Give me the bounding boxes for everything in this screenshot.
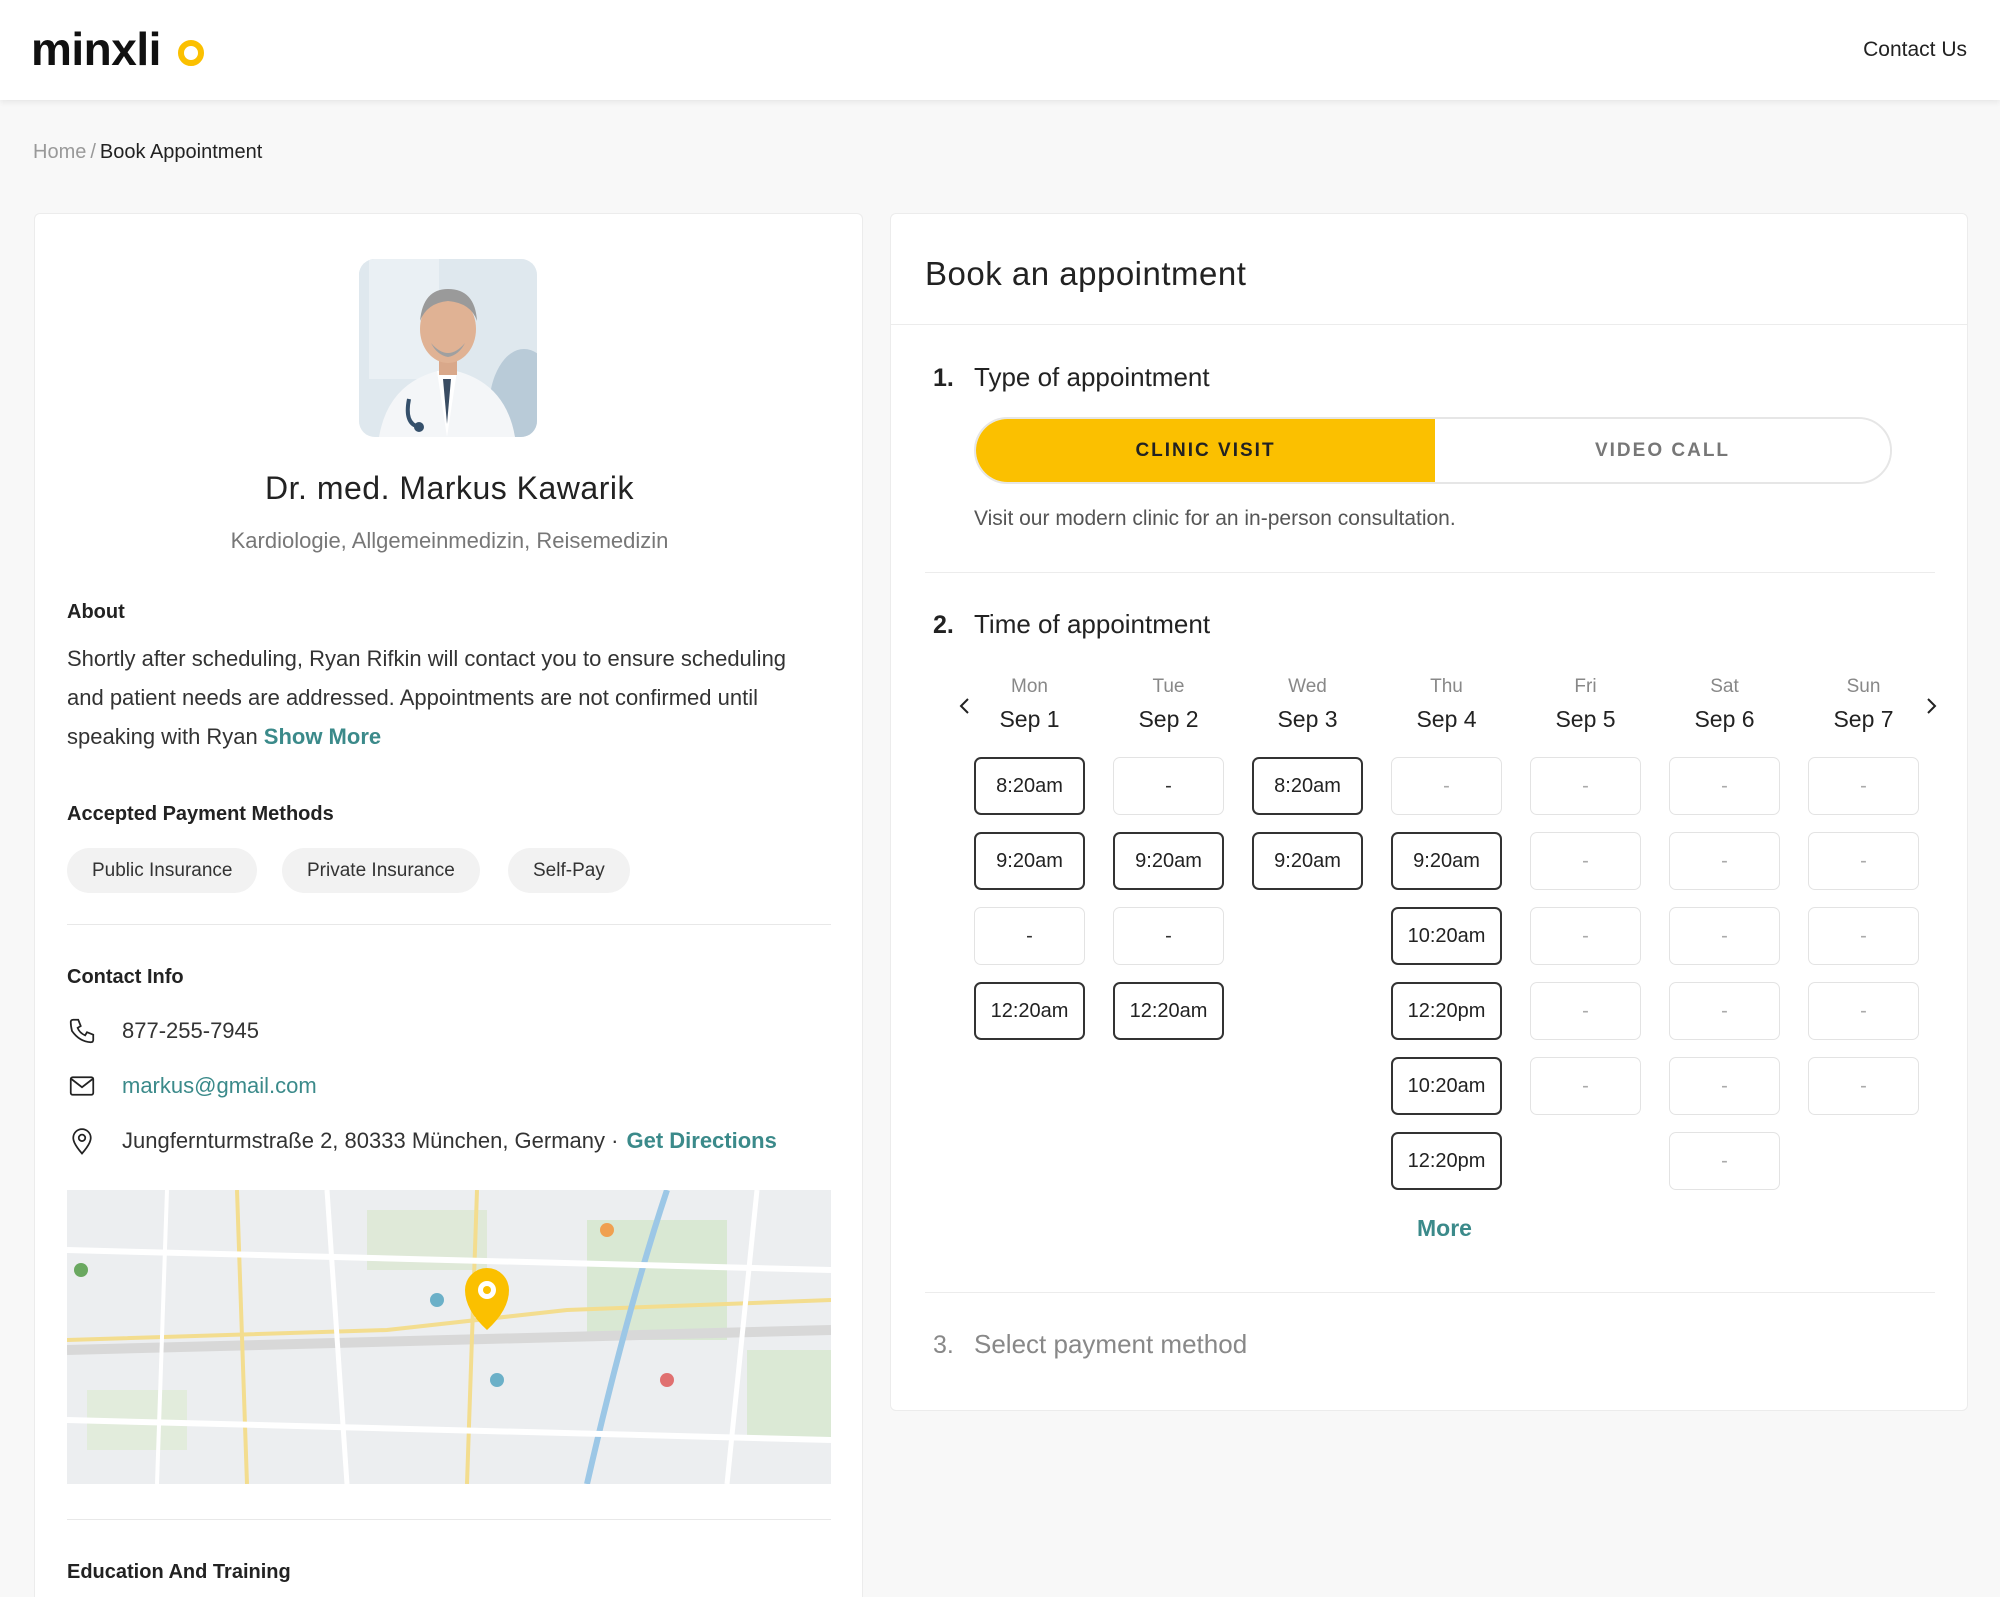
time-slot-empty: -: [1530, 907, 1641, 965]
day-date: Sep 1: [999, 706, 1060, 732]
time-slot-empty: -: [1113, 757, 1224, 815]
time-slot-empty: -: [1808, 1057, 1919, 1115]
step3-number: 3.: [933, 1331, 954, 1359]
time-slot-empty: -: [1391, 757, 1502, 815]
payment-methods-heading: Accepted Payment Methods: [67, 803, 334, 825]
payment-chip-private: Private Insurance: [282, 848, 480, 893]
time-slot[interactable]: 8:20am: [1252, 757, 1363, 815]
day-date: Sep 3: [1277, 706, 1338, 732]
location-pin-icon: [72, 1128, 92, 1155]
education-heading: Education And Training: [67, 1561, 291, 1583]
day-date: Sep 7: [1833, 706, 1894, 732]
time-slot-empty: -: [1530, 982, 1641, 1040]
about-text: Shortly after scheduling, Ryan Rifkin wi…: [67, 639, 827, 756]
day-date: Sep 2: [1138, 706, 1199, 732]
breadcrumb: Home / Book Appointment: [33, 141, 262, 164]
email-link[interactable]: markus@gmail.com: [122, 1073, 317, 1099]
step1-label: Type of appointment: [974, 362, 1210, 392]
time-slot-empty: -: [1669, 1132, 1780, 1190]
doctor-profile-card: Dr. med. Markus Kawarik Kardiologie, All…: [34, 213, 863, 1597]
more-times-link[interactable]: More: [1417, 1215, 1537, 1242]
day-date: Sep 6: [1694, 706, 1755, 732]
divider: [891, 324, 1967, 325]
contact-us-link[interactable]: Contact Us: [1863, 38, 1967, 62]
step1-number: 1.: [933, 364, 954, 392]
time-slot-empty: -: [1808, 907, 1919, 965]
time-slot[interactable]: 12:20am: [974, 982, 1085, 1040]
time-slot-empty: -: [974, 907, 1085, 965]
day-date: Sep 5: [1555, 706, 1616, 732]
day-name: Thu: [1430, 676, 1463, 697]
time-slot[interactable]: 12:20pm: [1391, 1132, 1502, 1190]
time-slot[interactable]: 8:20am: [974, 757, 1085, 815]
booking-card: Book an appointment 1. Type of appointme…: [890, 213, 1968, 1411]
chevron-left-icon[interactable]: [955, 696, 975, 716]
chevron-right-icon[interactable]: [1921, 696, 1941, 716]
divider: [67, 924, 831, 925]
day-name: Sat: [1710, 676, 1739, 697]
time-slot-empty: -: [1113, 907, 1224, 965]
time-slot[interactable]: 12:20am: [1113, 982, 1224, 1040]
top-navbar: minxli Contact Us: [0, 0, 2000, 100]
logo-dot-icon: [178, 40, 204, 66]
address-text: Jungfernturmstraße 2, 80333 München, Ger…: [122, 1128, 619, 1153]
booking-title: Book an appointment: [925, 255, 1247, 292]
time-slot[interactable]: 12:20pm: [1391, 982, 1502, 1040]
doctor-avatar: [359, 259, 537, 437]
appointment-type-toggle: CLINIC VISIT VIDEO CALL: [974, 417, 1892, 484]
contact-email-row: markus@gmail.com: [67, 1069, 317, 1103]
clinic-visit-button[interactable]: CLINIC VISIT: [976, 419, 1435, 482]
breadcrumb-separator: /: [90, 141, 96, 163]
payment-chip-selfpay: Self-Pay: [508, 848, 630, 893]
divider: [925, 1292, 1935, 1293]
time-slot[interactable]: 9:20am: [974, 832, 1085, 890]
location-map[interactable]: [67, 1190, 831, 1484]
time-slot-empty: -: [1808, 757, 1919, 815]
contact-info-heading: Contact Info: [67, 966, 184, 988]
show-more-link[interactable]: Show More: [264, 724, 381, 749]
time-slot-empty: -: [1530, 757, 1641, 815]
time-slot[interactable]: 10:20am: [1391, 907, 1502, 965]
day-date: Sep 4: [1416, 706, 1477, 732]
phone-number[interactable]: 877-255-7945: [122, 1018, 259, 1044]
time-slot-empty: -: [1808, 832, 1919, 890]
day-name: Fri: [1574, 676, 1597, 697]
step3-label[interactable]: Select payment method: [974, 1329, 1247, 1360]
about-body: Shortly after scheduling, Ryan Rifkin wi…: [67, 646, 787, 749]
time-slot-empty: -: [1669, 1057, 1780, 1115]
time-slot[interactable]: 9:20am: [1252, 832, 1363, 890]
breadcrumb-current: Book Appointment: [99, 141, 263, 163]
day-name: Tue: [1152, 676, 1185, 697]
step2-number: 2.: [933, 611, 954, 639]
step2-label: Time of appointment: [974, 609, 1211, 639]
day-name: Sun: [1846, 676, 1881, 697]
divider: [925, 572, 1935, 573]
doctor-name: Dr. med. Markus Kawarik: [265, 470, 634, 506]
brand-logo[interactable]: minxli: [31, 22, 161, 76]
contact-phone-row: 877-255-7945: [67, 1014, 259, 1048]
time-slot-empty: -: [1669, 757, 1780, 815]
time-slot-empty: -: [1669, 982, 1780, 1040]
time-slot[interactable]: 9:20am: [1113, 832, 1224, 890]
time-slot[interactable]: 10:20am: [1391, 1057, 1502, 1115]
phone-icon: [69, 1018, 95, 1044]
breadcrumb-home[interactable]: Home: [33, 141, 86, 163]
payment-chip-public: Public Insurance: [67, 848, 258, 893]
time-slot-empty: -: [1808, 982, 1919, 1040]
day-name: Wed: [1288, 676, 1327, 697]
time-slot-empty: -: [1530, 832, 1641, 890]
mail-icon: [69, 1076, 95, 1096]
time-slot-empty: -: [1530, 1057, 1641, 1115]
day-name: Mon: [1011, 676, 1048, 697]
time-slot[interactable]: 9:20am: [1391, 832, 1502, 890]
divider: [67, 1519, 831, 1520]
time-slot-empty: -: [1669, 832, 1780, 890]
time-slot-empty: -: [1669, 907, 1780, 965]
contact-address-row: Jungfernturmstraße 2, 80333 München, Ger…: [67, 1124, 777, 1158]
about-heading: About: [67, 601, 125, 623]
video-call-button[interactable]: VIDEO CALL: [1435, 419, 1890, 482]
appointment-type-description: Visit our modern clinic for an in-person…: [974, 507, 1456, 530]
get-directions-link[interactable]: Get Directions: [626, 1128, 776, 1154]
doctor-specialties: Kardiologie, Allgemeinmedizin, Reisemedi…: [230, 528, 669, 553]
